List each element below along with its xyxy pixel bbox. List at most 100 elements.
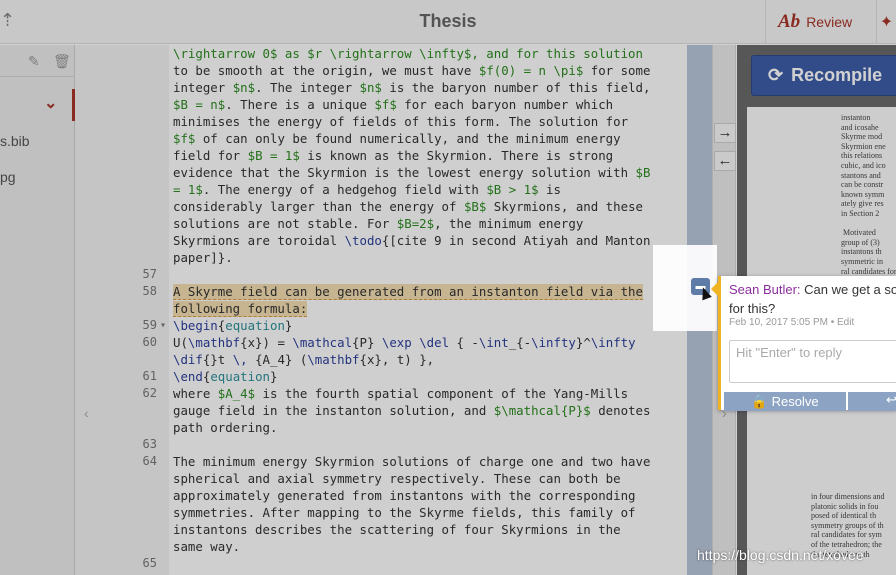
line-text: considerably larger than the energy of $…: [173, 199, 643, 214]
code-editor[interactable]: ‹ \rightarrow 0$ as $r \rightarrow \inft…: [75, 45, 712, 575]
line-text: $B = n$. There is a unique $f$ for each …: [173, 97, 614, 112]
comment-text: Sean Butler: Can we get a source for thi…: [729, 280, 896, 318]
code-line[interactable]: 57: [143, 266, 688, 283]
file-tree: ✎ 🗑 ⌄ s.bib pg: [0, 45, 75, 575]
code-line[interactable]: Skyrmions are toroidal \todo{[cite 9 in …: [173, 232, 688, 249]
code-line[interactable]: minimises the energy of fields of this f…: [173, 113, 688, 130]
code-line[interactable]: gauge field in the instanton solution, a…: [173, 402, 688, 419]
line-number: 58: [142, 284, 157, 298]
chevron-down-icon[interactable]: ⌄: [44, 93, 57, 113]
line-number: 63: [142, 437, 157, 451]
file-item-image[interactable]: pg: [0, 169, 16, 185]
line-text: = 1$. The energy of a hedgehog field wit…: [173, 182, 561, 197]
code-line[interactable]: \rightarrow 0$ as $r \rightarrow \infty$…: [173, 45, 688, 62]
line-text: [173, 556, 180, 571]
reply-button[interactable]: ↩: [848, 392, 896, 411]
line-number: 57: [142, 267, 157, 281]
line-text: [173, 437, 180, 452]
line-text: gauge field in the instanton solution, a…: [173, 403, 651, 418]
code-line[interactable]: instantons describes the scattering of f…: [173, 521, 688, 538]
line-text: \rightarrow 0$ as $r \rightarrow \infty$…: [173, 46, 643, 61]
line-text: solutions are not stable. For $B=2$, the…: [173, 216, 584, 231]
folder-row[interactable]: ⌄: [0, 89, 75, 121]
line-text: approximately generated from instantons …: [173, 488, 636, 503]
project-title: Thesis: [419, 11, 477, 31]
line-text: where $A_4$ is the fourth spatial compon…: [173, 386, 629, 401]
resolve-button[interactable]: 🔒 Resolve: [724, 392, 846, 411]
code-line[interactable]: integer $n$. The integer $n$ is the bary…: [173, 79, 688, 96]
line-text: paper]}.: [173, 250, 233, 265]
code-line[interactable]: = 1$. The energy of a hedgehog field wit…: [173, 181, 688, 198]
code-line[interactable]: following formula:: [173, 300, 688, 317]
file-tree-toolbar: ✎ 🗑: [0, 45, 75, 77]
sync-to-code-button[interactable]: ←: [714, 151, 736, 171]
code-line[interactable]: 61 \end{equation}: [143, 368, 688, 385]
commented-text: following formula:: [173, 301, 308, 317]
code-line[interactable]: 62 where $A_4$ is the fourth spatial comp…: [143, 385, 688, 402]
recompile-label: Recompile: [791, 65, 883, 85]
code-line[interactable]: 65: [143, 555, 688, 572]
line-text: instantons describes the scattering of f…: [173, 522, 621, 537]
code-line[interactable]: solutions are not stable. For $B=2$, the…: [173, 215, 688, 232]
trash-icon[interactable]: 🗑: [53, 53, 71, 70]
line-text: [173, 267, 180, 282]
code-line[interactable]: path ordering.: [173, 419, 688, 436]
comment-popup: Sean Butler: Can we get a source for thi…: [711, 276, 896, 411]
code-line[interactable]: 63: [143, 436, 688, 453]
code-line[interactable]: 59 ▾ \begin{equation}: [143, 317, 688, 334]
line-text: spherical and axial symmetry respectivel…: [173, 471, 621, 486]
line-number: 62: [142, 386, 157, 400]
pdf-text-top: instanton and icosahe Skyrme mod Skyrmio…: [841, 113, 896, 295]
line-number-gutter: ‹: [75, 45, 169, 575]
commented-text: A Skyrme field can be generated from an …: [173, 284, 643, 300]
line-text: \begin{equation}: [173, 318, 293, 333]
arrow-right-icon: →: [717, 124, 733, 141]
line-number: 64: [142, 454, 157, 468]
pencil-icon[interactable]: ✎: [28, 53, 40, 70]
share-icon: ✦: [879, 14, 894, 31]
code-line[interactable]: approximately generated from instantons …: [173, 487, 688, 504]
top-toolbar: ⇡ Thesis Ab Review ✦: [0, 0, 896, 44]
review-ab-icon: Ab: [778, 11, 801, 32]
code-line[interactable]: field for $B = 1$ is known as the Skyrmi…: [173, 147, 688, 164]
code-line[interactable]: 60 U(\mathbf{x}) = \mathcal{P} \exp \del …: [143, 334, 688, 351]
arrow-left-icon: ←: [717, 152, 733, 169]
editor-content[interactable]: \rightarrow 0$ as $r \rightarrow \infty$…: [143, 45, 688, 575]
code-line[interactable]: \dif{}t \, {A_4} (\mathbf{x}, t) },: [173, 351, 688, 368]
refresh-icon: ⟳: [768, 65, 784, 85]
code-line[interactable]: $B = n$. There is a unique $f$ for each …: [173, 96, 688, 113]
line-text: field for $B = 1$ is known as the Skyrmi…: [173, 148, 614, 163]
line-number: 65: [142, 556, 157, 570]
code-line[interactable]: 64 The minimum energy Skyrmion solutions …: [143, 453, 688, 470]
line-text: evidence that the Skyrmion is the lowest…: [173, 165, 651, 180]
share-button[interactable]: ✦: [876, 0, 896, 44]
code-line[interactable]: evidence that the Skyrmion is the lowest…: [173, 164, 688, 181]
line-text: integer $n$. The integer $n$ is the bary…: [173, 80, 651, 95]
line-text: \end{equation}: [173, 369, 278, 384]
file-item-bib[interactable]: s.bib: [0, 133, 30, 149]
line-text: Skyrmions are toroidal \todo{[cite 9 in …: [173, 233, 651, 248]
review-button[interactable]: Ab Review: [765, 0, 871, 44]
code-line[interactable]: 58 A Skyrme field can be generated from a…: [143, 283, 688, 300]
review-label: Review: [806, 14, 853, 30]
line-text: U(\mathbf{x}) = \mathcal{P} \exp \del { …: [173, 335, 636, 350]
collapse-left-icon[interactable]: ‹: [84, 405, 89, 421]
code-line[interactable]: paper]}.: [173, 249, 688, 266]
code-line[interactable]: to be smooth at the origin, we must have…: [173, 62, 688, 79]
fold-toggle-icon[interactable]: ▾: [160, 317, 166, 334]
code-line[interactable]: considerably larger than the energy of $…: [173, 198, 688, 215]
line-number: 59: [142, 318, 157, 332]
code-line[interactable]: symmetries. After mapping to the Skyrme …: [173, 504, 688, 521]
code-line[interactable]: $f$ of can only be found numerically, an…: [173, 130, 688, 147]
code-line[interactable]: same way.: [173, 538, 688, 555]
line-text: The minimum energy Skyrmion solutions of…: [173, 454, 651, 469]
line-text: minimises the energy of fields of this f…: [173, 114, 629, 129]
reply-input[interactable]: Hit "Enter" to reply: [729, 340, 896, 383]
code-line[interactable]: spherical and axial symmetry respectivel…: [173, 470, 688, 487]
sync-to-pdf-button[interactable]: →: [714, 123, 736, 143]
watermark: https://blog.csdn.net/xovee: [697, 547, 864, 563]
line-number: 61: [142, 369, 157, 383]
resolve-label: Resolve: [771, 394, 819, 409]
line-text: \dif{}t \, {A_4} (\mathbf{x}, t) },: [173, 352, 435, 367]
recompile-button[interactable]: ⟳ Recompile: [751, 55, 896, 96]
